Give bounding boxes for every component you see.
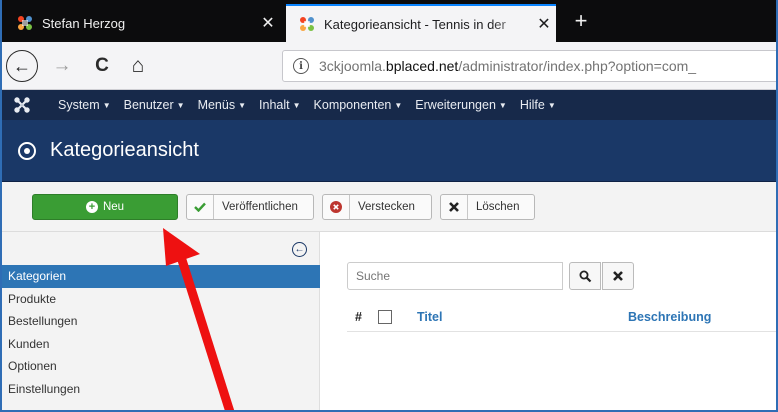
sidebar-item-kategorien[interactable]: Kategorien	[0, 265, 320, 288]
sidebar-item-bestellungen[interactable]: Bestellungen	[0, 310, 320, 333]
column-description[interactable]: Beschreibung	[628, 310, 711, 324]
browser-nav-bar: ← → C ⌂ i 3ckjoomla. bplaced.net/administ…	[0, 42, 778, 90]
url-host: bplaced.net	[385, 58, 459, 74]
admin-menu-bar: System ▼ Benutzer ▼ Menüs ▼ Inhalt ▼ Kompone…	[0, 90, 778, 120]
home-button[interactable]: ⌂	[124, 52, 152, 80]
plus-circle-icon: +	[85, 201, 98, 213]
address-bar[interactable]: i 3ckjoomla. bplaced.net/administrator/in…	[282, 50, 778, 82]
caret-down-icon: ▼	[547, 101, 556, 110]
joomla-favicon-icon	[298, 15, 316, 33]
select-all-checkbox[interactable]	[378, 310, 392, 324]
delete-button[interactable]: Löschen	[440, 194, 535, 220]
column-title[interactable]: Titel	[417, 310, 442, 324]
menu-komponenten[interactable]: Komponenten ▼	[314, 98, 403, 112]
hide-button[interactable]: Verstecken	[322, 194, 432, 220]
page-title: Kategorieansicht	[50, 139, 199, 161]
tab-close-icon[interactable]: ✕	[532, 14, 556, 34]
tab-title: Kategorieansicht - Tennis in der	[324, 16, 506, 32]
menu-benutzer[interactable]: Benutzer ▼	[124, 98, 185, 112]
page-header: Kategorieansicht	[0, 120, 778, 182]
caret-down-icon: ▼	[102, 101, 111, 110]
url-prefix: 3ckjoomla.	[319, 58, 386, 74]
delete-button-label: Löschen	[476, 201, 520, 213]
caret-down-icon: ▼	[176, 101, 185, 110]
sidebar: ← Kategorien Produkte Bestellungen Kunde…	[0, 232, 320, 412]
forward-button[interactable]: →	[48, 52, 76, 80]
arrow-left-circle-icon[interactable]: ←	[292, 242, 307, 257]
table-header: # Titel Beschreibung	[347, 304, 778, 332]
main-content: # Titel Beschreibung	[321, 232, 778, 412]
browser-tab-stefan-herzog[interactable]: Stefan Herzog ✕	[4, 4, 280, 42]
search-button[interactable]	[569, 262, 601, 290]
reload-button[interactable]: C	[88, 52, 116, 80]
sidebar-item-optionen[interactable]: Optionen	[0, 355, 320, 378]
toolbar: + Neu Veröffentlichen Verstecken Löschen	[0, 182, 778, 232]
new-tab-button[interactable]: +	[566, 6, 596, 36]
browser-tab-kategorieansicht[interactable]: Kategorieansicht - Tennis in der ✕	[286, 4, 556, 42]
search-icon	[579, 270, 591, 282]
info-icon[interactable]: i	[293, 58, 309, 74]
caret-down-icon: ▼	[394, 101, 403, 110]
joomla-icon[interactable]	[14, 97, 36, 113]
hide-button-label: Verstecken	[358, 201, 415, 213]
record-icon	[18, 141, 36, 160]
caret-down-icon: ▼	[498, 101, 507, 110]
sidebar-item-einstellungen[interactable]: Einstellungen	[0, 378, 320, 401]
sidebar-menu: Kategorien Produkte Bestellungen Kunden …	[0, 265, 320, 400]
joomla-favicon-icon	[16, 14, 34, 32]
publish-button[interactable]: Veröffentlichen	[186, 194, 314, 220]
menu-erweiterungen[interactable]: Erweiterungen ▼	[415, 98, 507, 112]
search-input[interactable]	[347, 262, 563, 290]
new-button-label: Neu	[102, 201, 125, 213]
menu-hilfe[interactable]: Hilfe ▼	[520, 98, 556, 112]
tab-title: Stefan Herzog	[42, 15, 126, 31]
sidebar-item-produkte[interactable]: Produkte	[0, 288, 320, 311]
close-icon	[613, 271, 623, 281]
caret-down-icon: ▼	[238, 101, 247, 110]
tab-close-icon[interactable]: ✕	[256, 13, 280, 33]
url-path: /administrator/index.php?option=com_	[458, 58, 697, 74]
publish-button-label: Veröffentlichen	[222, 201, 298, 213]
clear-search-button[interactable]	[602, 262, 634, 290]
menu-system[interactable]: System ▼	[58, 98, 111, 112]
sidebar-item-kunden[interactable]: Kunden	[0, 333, 320, 356]
back-button[interactable]: ←	[6, 50, 38, 82]
column-hash[interactable]: #	[355, 310, 362, 324]
menu-inhalt[interactable]: Inhalt ▼	[259, 98, 301, 112]
menu-menues[interactable]: Menüs ▼	[198, 98, 246, 112]
caret-down-icon: ▼	[292, 101, 301, 110]
browser-tab-strip: Stefan Herzog ✕ Kategorieansicht - Tenni…	[0, 0, 778, 42]
circle-x-icon	[323, 195, 350, 219]
x-icon	[441, 195, 468, 219]
new-button[interactable]: + Neu	[32, 194, 178, 220]
check-icon	[187, 195, 214, 219]
